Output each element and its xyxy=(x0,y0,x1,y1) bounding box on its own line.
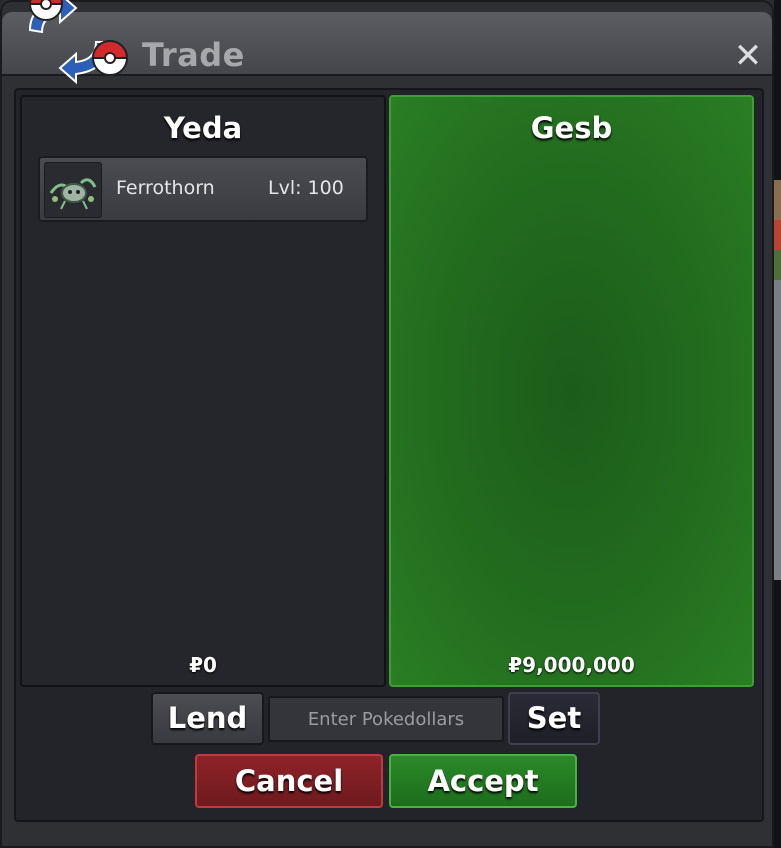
lend-button[interactable]: Lend xyxy=(151,692,264,745)
set-button[interactable]: Set xyxy=(508,692,600,745)
player-name-right: Gesb xyxy=(530,111,613,145)
offer-panel-left: Yeda Ferrothorn Lvl: 100 ₽0 xyxy=(20,95,386,687)
offer-panel-right: Gesb ₽9,000,000 xyxy=(389,95,754,687)
window-title: Trade xyxy=(142,36,245,74)
ferrothorn-sprite-icon xyxy=(44,162,102,218)
background-game-strip xyxy=(774,180,781,580)
trade-item-ferrothorn[interactable]: Ferrothorn Lvl: 100 xyxy=(38,156,368,222)
money-offer-left: ₽0 xyxy=(189,653,217,677)
pokemon-level: Lvl: 100 xyxy=(268,177,344,199)
pokemon-name: Ferrothorn xyxy=(116,177,215,199)
trade-pokeball-icon xyxy=(28,0,129,85)
close-icon[interactable]: ✕ xyxy=(730,38,766,74)
player-name-left: Yeda xyxy=(163,111,243,145)
money-offer-right: ₽9,000,000 xyxy=(508,653,635,677)
cancel-button[interactable]: Cancel xyxy=(195,754,383,808)
trade-window: Trade ✕ Yeda Ferrothorn Lvl: 100 ₽0 Gesb… xyxy=(0,0,774,848)
pokedollars-input[interactable] xyxy=(268,696,504,742)
accept-button[interactable]: Accept xyxy=(389,754,577,808)
